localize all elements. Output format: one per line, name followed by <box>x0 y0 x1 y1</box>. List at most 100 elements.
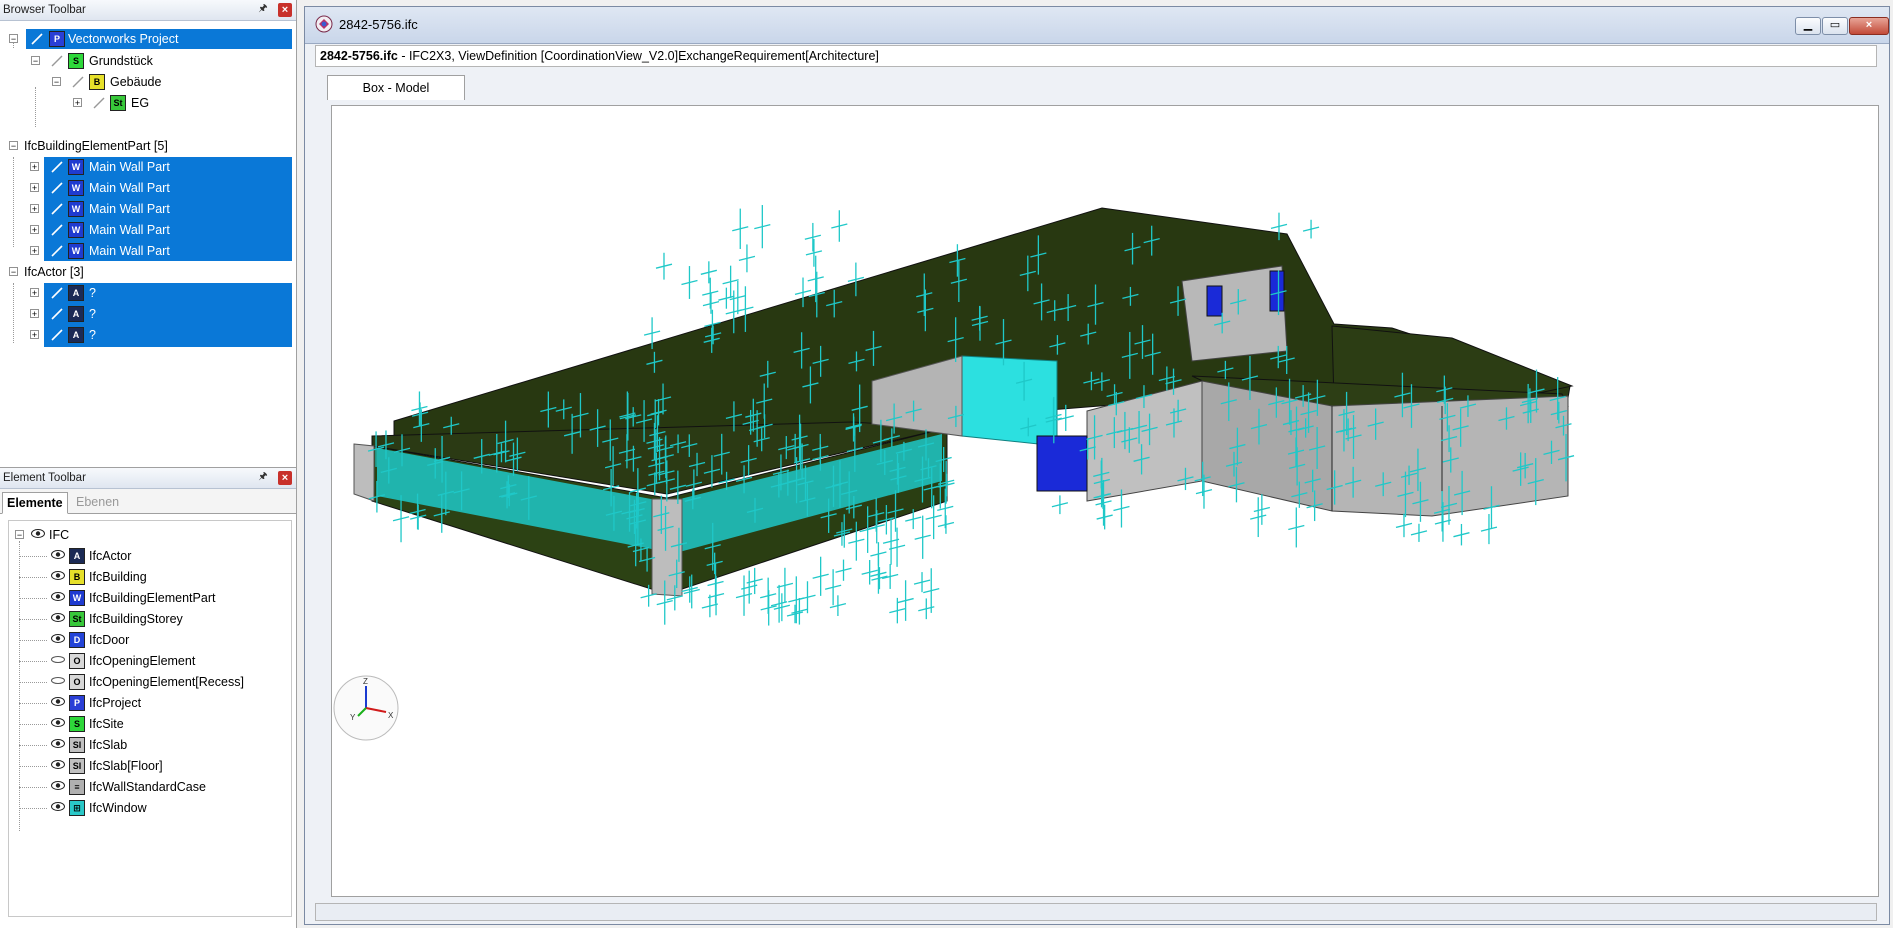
actor-icon: A <box>68 327 84 343</box>
tree-item-actor[interactable]: + A ? <box>0 304 292 324</box>
slab-icon: Sl <box>69 737 85 753</box>
actor-icon: A <box>68 306 84 322</box>
element-item-ifcproject[interactable]: P IfcProject <box>9 693 289 713</box>
eye-icon[interactable] <box>31 529 45 538</box>
element-item-ifcwindow[interactable]: ⊞ IfcWindow <box>9 798 289 818</box>
document-title-bar[interactable]: 2842-5756.ifc ▁ ▭ × <box>305 7 1889 44</box>
collapse-icon[interactable]: − <box>52 77 61 87</box>
tree-connector <box>19 661 47 662</box>
tree-item-ifc-root[interactable]: − IFC <box>9 525 289 545</box>
tree-group-ifcactor[interactable]: − IfcActor [3] <box>0 262 292 282</box>
project-icon: P <box>49 31 65 47</box>
tab-ebenen[interactable]: Ebenen <box>72 492 123 512</box>
expand-icon[interactable]: + <box>30 225 39 235</box>
expand-icon[interactable]: + <box>30 162 39 172</box>
tree-label: Grundstück <box>89 54 153 68</box>
site-icon: S <box>69 716 85 732</box>
door-icon: D <box>69 632 85 648</box>
collapse-icon[interactable]: − <box>9 267 18 277</box>
tree-label: IfcSite <box>89 717 124 731</box>
eye-icon[interactable] <box>51 634 65 643</box>
eye-closed-icon[interactable] <box>51 676 65 685</box>
element-item-ifcbuildingelementpart[interactable]: W IfcBuildingElementPart <box>9 588 289 608</box>
tree-connector <box>19 577 47 578</box>
eye-icon[interactable] <box>51 592 65 601</box>
tree-group-ifcbuildingelementpart[interactable]: − IfcBuildingElementPart [5] <box>0 136 292 156</box>
window-blue <box>1206 285 1223 317</box>
element-item-ifcsite[interactable]: S IfcSite <box>9 714 289 734</box>
3d-viewport[interactable]: Z X Y <box>331 105 1879 897</box>
tree-item-main-wall-part[interactable]: + W Main Wall Part <box>0 178 292 198</box>
pencil-icon <box>51 287 63 299</box>
expand-icon[interactable]: + <box>30 330 39 340</box>
expand-icon[interactable]: + <box>30 309 39 319</box>
element-item-ifcactor[interactable]: A IfcActor <box>9 546 289 566</box>
eye-icon[interactable] <box>51 739 65 748</box>
tree-item-main-wall-part[interactable]: + W Main Wall Part <box>0 157 292 177</box>
element-item-ifcbuilding[interactable]: B IfcBuilding <box>9 567 289 587</box>
central-glass-block <box>961 355 1058 447</box>
eye-icon[interactable] <box>51 697 65 706</box>
browser-toolbar-panel: Browser Toolbar 🖈 × − P Vectorworks Proj… <box>0 0 297 476</box>
eye-icon[interactable] <box>51 571 65 580</box>
tab-elemente[interactable]: Elemente <box>2 492 68 514</box>
eye-icon[interactable] <box>51 718 65 727</box>
window-icon: ⊞ <box>69 800 85 816</box>
tree-item-actor[interactable]: + A ? <box>0 325 292 345</box>
element-item-ifcwallstandardcase[interactable]: ≡ IfcWallStandardCase <box>9 777 289 797</box>
collapse-icon[interactable]: − <box>31 56 40 66</box>
tree-label: IfcDoor <box>89 633 130 647</box>
tree-item-grundstueck[interactable]: − S Grundstück <box>0 51 292 71</box>
tree-item-vectorworks-project[interactable]: − P Vectorworks Project <box>0 29 292 49</box>
collapse-icon[interactable]: − <box>15 530 24 540</box>
expand-icon[interactable]: + <box>30 204 39 214</box>
eye-icon[interactable] <box>51 760 65 769</box>
tab-box-model[interactable]: Box - Model <box>327 75 465 100</box>
close-icon[interactable]: × <box>278 471 292 485</box>
tree-connector <box>19 766 47 767</box>
browser-tree: − P Vectorworks Project − S Grundstück −… <box>0 21 296 476</box>
eye-icon[interactable] <box>51 613 65 622</box>
pin-icon[interactable]: 🖈 <box>256 470 270 484</box>
eye-icon[interactable] <box>51 802 65 811</box>
tree-item-actor[interactable]: + A ? <box>0 283 292 303</box>
tree-item-eg[interactable]: + St EG <box>0 93 292 113</box>
close-window-button[interactable]: × <box>1849 17 1889 35</box>
element-item-ifcopeningelement[interactable]: O IfcOpeningElement <box>9 651 289 671</box>
tree-label: IfcActor [3] <box>24 265 84 279</box>
document-title: 2842-5756.ifc <box>339 17 418 32</box>
collapse-icon[interactable]: − <box>9 34 18 44</box>
collapse-icon[interactable]: − <box>9 141 18 151</box>
tree-item-main-wall-part[interactable]: + W Main Wall Part <box>0 220 292 240</box>
actor-icon: A <box>69 548 85 564</box>
pencil-icon <box>93 97 105 109</box>
tree-item-main-wall-part[interactable]: + W Main Wall Part <box>0 199 292 219</box>
expand-icon[interactable]: + <box>73 98 82 108</box>
close-icon[interactable]: × <box>278 3 292 17</box>
element-item-ifcslab[interactable]: Sl IfcSlab <box>9 735 289 755</box>
status-bar <box>315 903 1877 921</box>
wall-part-icon: W <box>68 222 84 238</box>
eye-closed-icon[interactable] <box>51 655 65 664</box>
tree-item-gebaeude[interactable]: − B Gebäude <box>0 72 292 92</box>
element-item-ifcdoor[interactable]: D IfcDoor <box>9 630 289 650</box>
tree-item-main-wall-part[interactable]: + W Main Wall Part <box>0 241 292 261</box>
expand-icon[interactable]: + <box>30 246 39 256</box>
pencil-icon <box>51 161 63 173</box>
element-item-ifcbuildingstorey[interactable]: St IfcBuildingStorey <box>9 609 289 629</box>
building-model[interactable]: Z X Y <box>332 106 1878 896</box>
element-toolbar-tabs: Elemente Ebenen <box>0 489 296 514</box>
eye-icon[interactable] <box>51 781 65 790</box>
expand-icon[interactable]: + <box>30 288 39 298</box>
pin-icon[interactable]: 🖈 <box>256 2 270 16</box>
eye-icon[interactable] <box>51 550 65 559</box>
tree-label: Main Wall Part <box>89 181 170 195</box>
expand-icon[interactable]: + <box>30 183 39 193</box>
element-item-ifcopeningelement-recess[interactable]: O IfcOpeningElement[Recess] <box>9 672 289 692</box>
element-item-ifcslab-floor[interactable]: Sl IfcSlab[Floor] <box>9 756 289 776</box>
maximize-button[interactable]: ▭ <box>1822 17 1848 35</box>
site-icon: S <box>68 53 84 69</box>
tree-connector <box>19 787 47 788</box>
minimize-button[interactable]: ▁ <box>1795 17 1821 35</box>
tree-label: Main Wall Part <box>89 223 170 237</box>
